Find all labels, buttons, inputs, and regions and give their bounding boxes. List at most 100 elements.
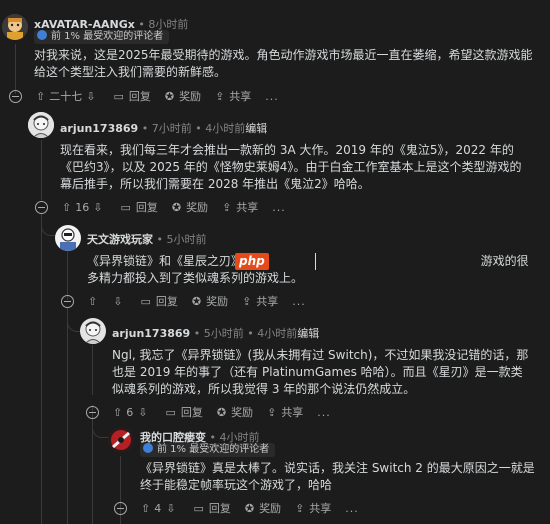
more-options-button[interactable]: ... [272, 201, 286, 214]
award-label: 奖励 [259, 502, 282, 515]
username[interactable]: arjun173869 [60, 122, 138, 135]
share-label: 共享 [236, 201, 259, 214]
comment-actions: ⇧ ⇩ ▭ 回复 ✪ 奖励 ⇪ 共享 ... [61, 291, 306, 311]
upvote-button[interactable]: ⇧ [62, 201, 71, 214]
separator-dot: • [195, 122, 206, 135]
flair-icon [143, 443, 153, 453]
avatar[interactable] [28, 112, 54, 138]
comment-icon: ▭ [140, 294, 151, 308]
reply-label: 回复 [128, 90, 151, 103]
timestamp[interactable]: 5小时前 [167, 233, 207, 246]
upvote-button[interactable]: ⇧ [88, 295, 97, 308]
avatar[interactable] [80, 318, 106, 344]
more-options-button[interactable]: ... [265, 90, 279, 103]
award-button[interactable]: ✪ 奖励 [245, 500, 281, 516]
award-button[interactable]: ✪ 奖励 [192, 293, 228, 309]
downvote-button[interactable]: ⇩ [113, 295, 122, 308]
award-label: 奖励 [231, 406, 254, 419]
downvote-button[interactable]: ⇩ [86, 90, 95, 103]
comment-meta: 天文游戏玩家 • 5小时前 [87, 231, 207, 247]
award-label: 奖励 [186, 201, 209, 214]
upvote-button[interactable]: ⇧ [113, 406, 122, 419]
avatar-image [108, 427, 134, 453]
reply-button[interactable]: ▭ 回复 [193, 500, 230, 516]
comment-body: 对我来说，这是2025年最受期待的游戏。角色动作游戏市场最近一直在萎缩，希望这款… [34, 48, 533, 79]
thread-line[interactable] [67, 308, 68, 524]
share-button[interactable]: ⇪ 共享 [267, 404, 303, 420]
award-button[interactable]: ✪ 奖励 [165, 88, 201, 104]
share-label: 共享 [309, 502, 332, 515]
flair-text: 前 1% 最受欢迎的评论者 [157, 444, 270, 455]
comment-text-start: 《异界锁链》和《星辰之刃》 [87, 254, 244, 268]
share-button[interactable]: ⇪ 共享 [222, 199, 258, 215]
comment-icon: ▭ [165, 405, 176, 419]
comment-actions: ⇧ 4 ⇩ ▭ 回复 ✪ 奖励 ⇪ 共享 ... [114, 498, 359, 518]
collapse-thread-button[interactable] [114, 501, 127, 515]
reply-label: 回复 [135, 201, 158, 214]
award-icon: ✪ [216, 405, 227, 419]
comment-actions: ⇧ 6 ⇩ ▭ 回复 ✪ 奖励 ⇪ 共享 ... [86, 402, 331, 422]
separator-dot: • [247, 327, 258, 340]
downvote-button[interactable]: ⇩ [138, 406, 147, 419]
downvote-button[interactable]: ⇩ [166, 502, 175, 515]
downvote-button[interactable]: ⇩ [93, 201, 102, 214]
award-icon: ✪ [191, 294, 202, 308]
avatar-image [28, 112, 54, 138]
avatar-image [55, 225, 81, 251]
share-icon: ⇪ [295, 501, 305, 515]
share-icon: ⇪ [222, 200, 232, 214]
share-button[interactable]: ⇪ 共享 [295, 500, 331, 516]
thread-line[interactable] [41, 140, 42, 200]
collapse-thread-button[interactable] [61, 294, 74, 308]
upvote-button[interactable]: ⇧ [141, 502, 150, 515]
reply-button[interactable]: ▭ 回复 [120, 199, 157, 215]
share-label: 共享 [256, 295, 279, 308]
share-button[interactable]: ⇪ 共享 [242, 293, 278, 309]
award-icon: ✪ [171, 200, 182, 214]
upvote-button[interactable]: ⇧ [36, 90, 45, 103]
edited-label: 编辑 [245, 122, 268, 135]
share-icon: ⇪ [242, 294, 252, 308]
award-label: 奖励 [179, 90, 202, 103]
reply-label: 回复 [155, 295, 178, 308]
thread-line[interactable] [92, 345, 93, 395]
username[interactable]: 天文游戏玩家 [87, 233, 153, 246]
avatar[interactable] [2, 14, 28, 40]
comment-icon: ▭ [113, 89, 124, 103]
edit-timestamp: 4小时前 [257, 327, 298, 340]
separator-dot: • [141, 122, 152, 135]
username[interactable]: arjun173869 [112, 327, 190, 340]
reply-button[interactable]: ▭ 回复 [113, 88, 150, 104]
reply-button[interactable]: ▭ 回复 [140, 293, 177, 309]
award-button[interactable]: ✪ 奖励 [217, 404, 253, 420]
award-label: 奖励 [206, 295, 229, 308]
collapse-thread-button[interactable] [35, 200, 48, 214]
more-options-button[interactable]: ... [317, 406, 331, 419]
comment-actions: ⇧ 16 ⇩ ▭ 回复 ✪ 奖励 ⇪ 共享 ... [35, 197, 286, 217]
flair-icon [37, 30, 47, 40]
edit-timestamp: 4小时前 [205, 122, 246, 135]
share-label: 共享 [281, 406, 304, 419]
avatar[interactable] [55, 225, 81, 251]
comment-meta: arjun173869 • 5小时前 • 4小时前编辑 [112, 325, 319, 341]
user-flair: 前 1% 最受欢迎的评论者 [140, 443, 276, 457]
vote-score: 4 [154, 501, 162, 515]
avatar[interactable] [108, 427, 134, 453]
more-options-button[interactable]: ... [292, 295, 306, 308]
timestamp[interactable]: 7小时前 [152, 122, 192, 135]
edited-label: 编辑 [297, 327, 320, 340]
share-button[interactable]: ⇪ 共享 [215, 88, 251, 104]
comment-body: 现在看来，我们每三年才会推出一款新的 3A 大作。2019 年的《鬼泣5》，20… [60, 143, 522, 191]
reply-label: 回复 [180, 406, 203, 419]
text-cursor [315, 253, 316, 270]
comment-body: Ngl, 我忘了《异界锁链》(我从未拥有过 Switch)，不过如果我没记错的话… [112, 348, 529, 396]
reply-button[interactable]: ▭ 回复 [165, 404, 202, 420]
collapse-thread-button[interactable] [9, 89, 22, 103]
award-icon: ✪ [164, 89, 175, 103]
more-options-button[interactable]: ... [345, 502, 359, 515]
thread-line[interactable] [41, 214, 42, 524]
separator-dot: • [156, 233, 167, 246]
collapse-thread-button[interactable] [86, 405, 99, 419]
timestamp[interactable]: 5小时前 [204, 327, 244, 340]
award-button[interactable]: ✪ 奖励 [172, 199, 208, 215]
